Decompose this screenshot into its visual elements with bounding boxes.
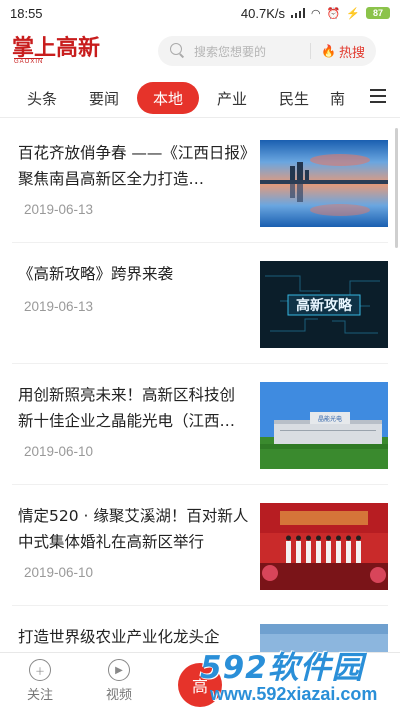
tab-toutiao[interactable]: 头条 (14, 82, 70, 114)
app-logo: 掌上高新 GAOXIN (12, 36, 102, 65)
tab-label: 本地 (152, 89, 183, 108)
tab-minsheng[interactable]: 民生 (266, 82, 322, 114)
hot-search-button[interactable]: 🔥 热搜 (321, 42, 365, 61)
alarm-icon: ⏰ (326, 7, 341, 20)
article-date: 2019-06-13 (24, 299, 94, 314)
tab-label: 头条 (26, 89, 57, 108)
scrollbar[interactable] (395, 128, 398, 248)
circuit-banner-image: 高新攻略 (260, 261, 388, 348)
article-date: 2019-06-13 (24, 202, 94, 217)
cell-signal-icon (290, 8, 305, 18)
article-thumbnail: 晶能光电 (260, 382, 388, 469)
nav-label: 关注 (26, 688, 53, 703)
wedding-image (260, 503, 388, 590)
play-icon: ▶ (108, 659, 130, 681)
tab-bendi[interactable]: 本地 (137, 82, 199, 114)
list-item[interactable]: 情定520 · 缘聚艾溪湖！百对新人中式集体婚礼在高新区举行 2019-06-1… (0, 485, 400, 606)
battery-icon: 87 (366, 7, 390, 19)
app-header: 掌上高新 GAOXIN 搜索您想要的 🔥 热搜 (0, 26, 400, 74)
search-bar[interactable]: 搜索您想要的 🔥 热搜 (158, 36, 376, 66)
nav-label: 视频 (105, 688, 132, 703)
city-skyline-image (260, 140, 388, 227)
watermark: 592软件园 www.592xiazai.com (192, 640, 400, 711)
hot-search-label: 热搜 (338, 45, 365, 61)
nav-video[interactable]: ▶ 视频 (94, 659, 144, 703)
charging-icon: ⚡ (346, 7, 360, 20)
article-list: 百花齐放俏争春 ——《江西日报》聚焦南昌高新区全力打造… 2019-06-13 (0, 122, 400, 652)
tab-label: 南 (330, 89, 346, 108)
list-item[interactable]: 百花齐放俏争春 ——《江西日报》聚焦南昌高新区全力打造… 2019-06-13 (0, 122, 400, 243)
tab-chanye[interactable]: 产业 (204, 82, 260, 114)
status-time: 18:55 (10, 5, 43, 21)
nav-follow[interactable]: ＋ 关注 (15, 659, 65, 703)
logo-subtext: GAOXIN (14, 57, 44, 65)
article-title: 用创新照亮未来！高新区科技创新十佳企业之晶能光电（江西… (18, 386, 236, 430)
factory-sign-text: 晶能光电 (318, 415, 342, 423)
network-speed: 40.7K/s (240, 5, 285, 21)
menu-icon[interactable] (370, 89, 386, 103)
tab-nan[interactable]: 南 (330, 82, 360, 114)
tab-label: 产业 (216, 89, 247, 108)
status-bar: 18:55 40.7K/s ◠ ⏰ ⚡ 87 (0, 0, 400, 26)
article-title: 百花齐放俏争春 ——《江西日报》聚焦南昌高新区全力打造… (18, 144, 248, 188)
watermark-url: www.592xiazai.com (210, 684, 378, 704)
article-thumbnail (260, 503, 388, 590)
article-thumbnail (260, 140, 388, 227)
list-item[interactable]: 用创新照亮未来！高新区科技创新十佳企业之晶能光电（江西… 2019-06-10 … (0, 364, 400, 485)
factory-image: 晶能光电 (260, 382, 388, 469)
wifi-icon: ◠ (310, 7, 321, 20)
category-tabs: 头条 要闻 本地 产业 民生 南 (0, 80, 400, 118)
plus-icon: ＋ (29, 659, 51, 681)
search-placeholder: 搜索您想要的 (194, 44, 267, 59)
search-divider (310, 43, 311, 59)
list-item[interactable]: 《高新攻略》跨界来袭 2019-06-13 高新攻略 (0, 243, 400, 364)
status-indicators: 40.7K/s ◠ ⏰ ⚡ 87 (241, 6, 390, 21)
banner-image-text: 高新攻略 (296, 297, 353, 314)
article-title: 情定520 · 缘聚艾溪湖！百对新人中式集体婚礼在高新区举行 (18, 507, 249, 551)
article-title: 《高新攻略》跨界来袭 (18, 265, 174, 283)
article-thumbnail: 高新攻略 (260, 261, 388, 348)
tab-label: 要闻 (88, 89, 119, 108)
watermark-brand: 592软件园 (200, 650, 364, 686)
article-date: 2019-06-10 (24, 444, 94, 459)
tab-label: 民生 (278, 89, 309, 108)
flame-icon: 🔥 (321, 44, 336, 58)
tab-yaowen[interactable]: 要闻 (76, 82, 132, 114)
article-date: 2019-06-10 (24, 565, 94, 580)
logo-text: 掌上高新 (12, 34, 101, 61)
search-icon (170, 43, 186, 59)
